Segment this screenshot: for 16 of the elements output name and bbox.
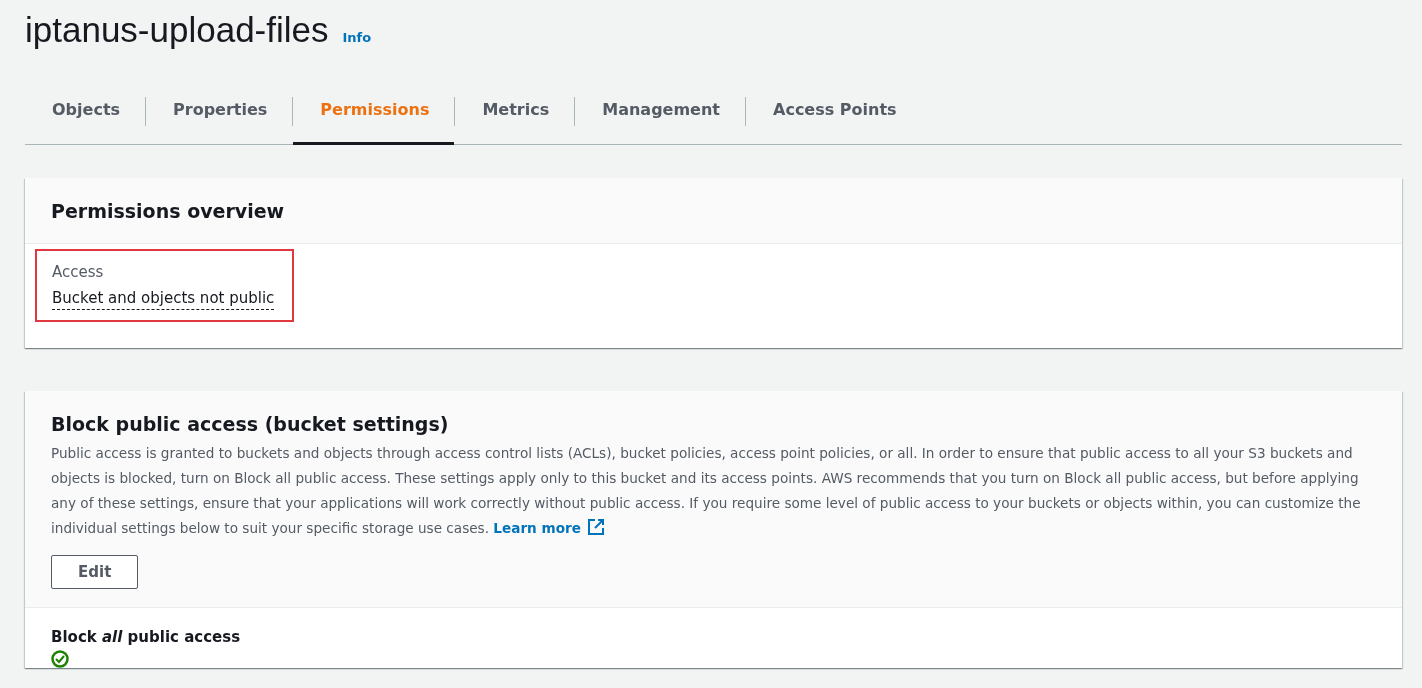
learn-more-link[interactable]: Learn more: [493, 520, 605, 536]
access-value: Bucket and objects not public: [52, 289, 275, 310]
panel-title: Permissions overview: [51, 200, 286, 222]
page-title: iptanus-upload-files: [25, 10, 329, 50]
tab[interactable]: Objects: [25, 80, 146, 145]
tab[interactable]: Management: [575, 80, 745, 145]
edit-button[interactable]: Edit: [51, 555, 139, 589]
tab[interactable]: Access Points: [746, 80, 922, 145]
tab[interactable]: Properties: [146, 80, 293, 145]
external-link-icon: [586, 518, 605, 536]
info-link[interactable]: Info: [342, 30, 372, 45]
description-text: Public access is granted to buckets and objects through access control lists (ACLs), bucket policies, access point policies, or all. In order to ensure that public access to all your S3 buckets and objects is blocked, turn on Block all public access. These settings apply only to this bucket and its access points. AWS recommends that you turn on Block all public access, but before applying any of these settings, ensure that your applications will work correctly without public access. If you require some level of public access to your buckets or objects within, you can customize the individual settings below to suit your specific storage use cases. Learn more: [51, 444, 1362, 538]
setting-label: Block all public access: [51, 628, 242, 646]
tab[interactable]: Metrics: [455, 80, 575, 145]
panel-title: Block public access (bucket settings): [51, 413, 450, 435]
access-label: Access: [52, 263, 105, 281]
